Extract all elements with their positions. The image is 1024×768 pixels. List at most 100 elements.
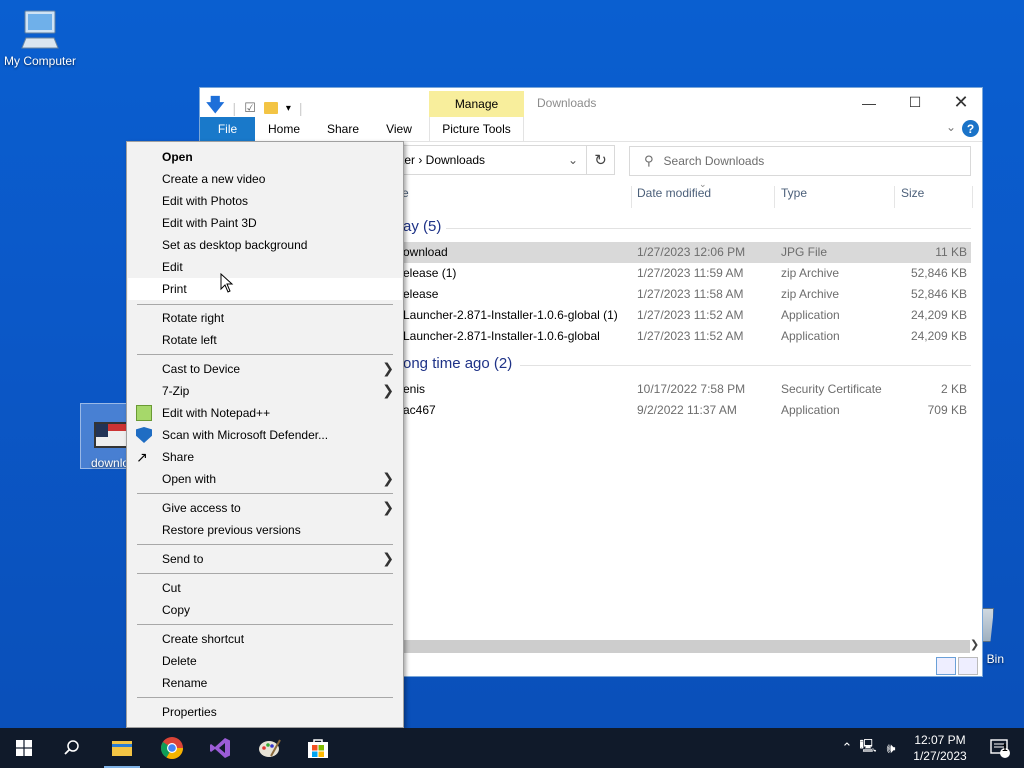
tab-picture-tools[interactable]: Picture Tools	[429, 117, 524, 141]
visual-studio-taskbar-button[interactable]	[196, 728, 244, 768]
menu-item-rename[interactable]: Rename	[128, 672, 402, 694]
menu-item-7-zip[interactable]: 7-Zip ❯	[128, 380, 402, 402]
menu-item-label: Edit with Photos	[162, 194, 249, 208]
column-header-type[interactable]: Type	[781, 186, 807, 206]
show-hidden-icons-chevron-icon[interactable]: ⌃	[838, 740, 856, 756]
file-explorer-taskbar-button[interactable]	[98, 728, 146, 768]
customize-dropdown-icon[interactable]: ▾	[286, 103, 291, 114]
menu-item-edit-with-notepad[interactable]: Edit with Notepad++	[128, 402, 402, 424]
my-computer-desktop-icon[interactable]: My Computer	[0, 8, 80, 68]
minimize-button[interactable]: —	[846, 88, 892, 117]
menu-item-open-with[interactable]: Open with ❯	[128, 468, 402, 490]
close-button[interactable]: ✕	[938, 88, 984, 117]
tab-home[interactable]: Home	[256, 117, 312, 141]
scroll-right-icon[interactable]: ❯	[970, 638, 979, 651]
group-header-long-time-ago[interactable]: ong time ago (2)	[403, 355, 512, 372]
submenu-arrow-icon: ❯	[382, 470, 394, 486]
submenu-arrow-icon: ❯	[382, 360, 394, 376]
search-input[interactable]: ⚲ Search Downloads	[629, 146, 971, 176]
menu-item-delete[interactable]: Delete	[128, 650, 402, 672]
menu-item-edit-with-paint-3d[interactable]: Edit with Paint 3D	[128, 212, 402, 234]
tab-view[interactable]: View	[374, 117, 424, 141]
menu-item-restore-previous-versions[interactable]: Restore previous versions	[128, 519, 402, 541]
menu-item-label: Scan with Microsoft Defender...	[162, 428, 329, 442]
help-icon[interactable]: ?	[962, 120, 979, 137]
file-name: enis	[403, 382, 426, 396]
chrome-taskbar-button[interactable]	[148, 728, 196, 768]
tab-share[interactable]: Share	[314, 117, 372, 141]
menu-item-copy[interactable]: Copy	[128, 599, 402, 621]
file-type: JPG File	[781, 245, 828, 259]
file-date: 10/17/2022 7:58 PM	[637, 382, 746, 396]
menu-item-label: Edit	[162, 260, 183, 274]
menu-item-create-new-video[interactable]: Create a new video	[128, 168, 402, 190]
refresh-icon: ↻	[594, 152, 607, 169]
submenu-arrow-icon: ❯	[382, 382, 394, 398]
file-type: Application	[781, 403, 840, 417]
paint-taskbar-button[interactable]	[246, 728, 294, 768]
menu-item-share[interactable]: ↗ Share	[128, 446, 402, 468]
network-icon[interactable]: 🖳	[856, 737, 880, 759]
refresh-button[interactable]: ↻	[587, 145, 615, 175]
menu-item-label: Edit with Paint 3D	[162, 216, 257, 230]
menu-item-send-to[interactable]: Send to ❯	[128, 548, 402, 570]
file-size: 52,846 KB	[910, 266, 967, 280]
file-date: 9/2/2022 11:37 AM	[637, 403, 737, 417]
file-size: 24,209 KB	[910, 308, 967, 322]
maximize-button[interactable]: ☐	[892, 88, 938, 117]
notepad-plus-plus-icon	[136, 405, 152, 421]
menu-item-rotate-right[interactable]: Rotate right	[128, 307, 402, 329]
tab-file[interactable]: File	[200, 117, 255, 141]
menu-item-cast-to-device[interactable]: Cast to Device ❯	[128, 358, 402, 380]
submenu-arrow-icon: ❯	[382, 550, 394, 566]
search-taskbar-button[interactable]	[48, 728, 96, 768]
expand-ribbon-icon[interactable]: ⌄	[946, 120, 956, 134]
menu-item-scan-with-defender[interactable]: Scan with Microsoft Defender...	[128, 424, 402, 446]
menu-item-cut[interactable]: Cut	[128, 577, 402, 599]
start-button[interactable]	[0, 728, 48, 768]
tab-picture-tools-label: Picture Tools	[442, 122, 511, 136]
column-header-size[interactable]: Size	[901, 186, 924, 206]
menu-item-properties[interactable]: Properties	[128, 701, 402, 723]
menu-item-create-shortcut[interactable]: Create shortcut	[128, 628, 402, 650]
windows-logo-icon	[16, 740, 32, 756]
my-computer-label: My Computer	[3, 54, 77, 68]
file-date: 1/27/2023 11:58 AM	[637, 287, 744, 301]
context-menu: Open Create a new video Edit with Photos…	[126, 141, 404, 728]
menu-item-print[interactable]: Print	[128, 278, 402, 300]
group-header-today[interactable]: ay (5)	[403, 218, 441, 235]
menu-item-label: Give access to	[162, 501, 241, 515]
properties-check-icon[interactable]: ☑	[244, 100, 256, 116]
menu-item-label: Rename	[162, 676, 208, 690]
menu-item-give-access-to[interactable]: Give access to ❯	[128, 497, 402, 519]
details-view-button[interactable]	[936, 657, 956, 675]
file-name: Launcher-2.871-Installer-1.0.6-global (1…	[403, 308, 618, 322]
menu-item-edit-with-photos[interactable]: Edit with Photos	[128, 190, 402, 212]
volume-icon[interactable]: 🕪	[880, 740, 902, 757]
file-size: 2 KB	[940, 382, 967, 396]
new-folder-icon[interactable]	[263, 102, 278, 114]
menu-item-rotate-left[interactable]: Rotate left	[128, 329, 402, 351]
manage-contextual-tab[interactable]: Manage	[429, 91, 524, 117]
file-date: 1/27/2023 11:52 AM	[637, 329, 744, 343]
folder-icon	[112, 741, 132, 756]
menu-item-label: Copy	[162, 603, 191, 617]
menu-item-label: Create shortcut	[162, 632, 245, 646]
menu-item-label: Create a new video	[162, 172, 266, 186]
large-icons-view-button[interactable]	[958, 657, 978, 675]
action-center-button[interactable]: 1	[976, 728, 1024, 768]
menu-item-set-desktop-background[interactable]: Set as desktop background	[128, 234, 402, 256]
tab-file-label: File	[217, 122, 238, 136]
computer-icon	[21, 10, 59, 49]
menu-item-edit[interactable]: Edit	[128, 256, 402, 278]
menu-item-open[interactable]: Open	[128, 146, 402, 168]
store-taskbar-button[interactable]	[294, 728, 342, 768]
download-label: downlo	[91, 456, 130, 470]
address-dropdown-icon[interactable]: ⌄	[568, 153, 578, 167]
horizontal-scrollbar[interactable]	[402, 640, 970, 653]
file-size: 709 KB	[927, 403, 967, 417]
file-type: zip Archive	[781, 266, 840, 280]
file-date: 1/27/2023 11:52 AM	[637, 308, 744, 322]
search-icon	[64, 740, 79, 755]
taskbar-clock[interactable]: 12:07 PM 1/27/2023	[905, 732, 975, 764]
